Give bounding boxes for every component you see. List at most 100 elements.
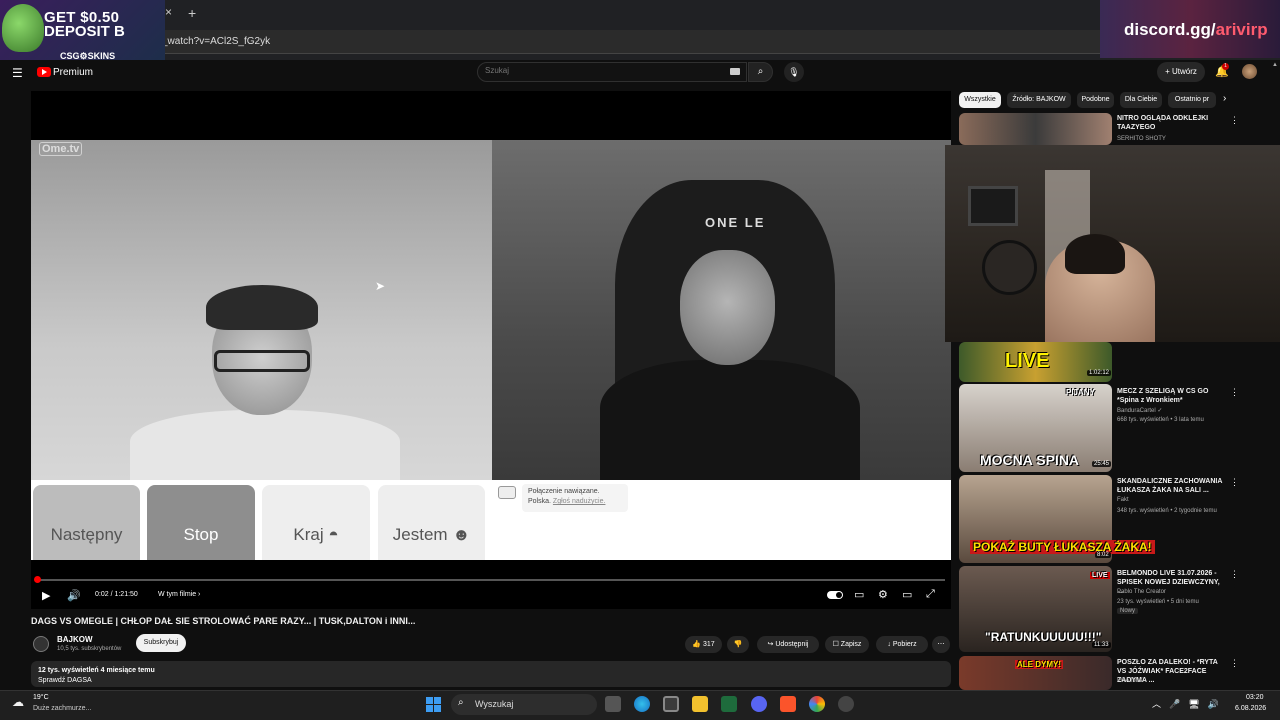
progress-bar[interactable] [37,579,945,581]
share-label: Udostępnij [775,641,809,648]
progress-scrubber[interactable] [34,576,41,583]
address-bar-url[interactable]: _watch?v=ACl2S_fG2yk [162,36,270,47]
notifications-badge: 1 [1222,63,1229,70]
rec-channel[interactable]: SERHITO SHOTY [1117,136,1166,142]
like-button[interactable]: 👍 317 [685,636,722,653]
obs-icon[interactable] [838,696,854,712]
taskbar-search[interactable] [451,694,597,715]
subtitles-icon[interactable]: ▭ [854,588,864,601]
system-tray-icons[interactable]: ︿🎤🖥🔊 [1152,697,1227,710]
rec-title[interactable]: SKANDALICZNE ZACHOWANIA ŁUKASZA ŻAKA NA … [1117,477,1227,495]
like-count: 317 [702,641,715,648]
chip-source[interactable]: Źródło: BAJKOW [1007,92,1071,108]
rec-channel[interactable]: BanduraCartel ✓ [1117,407,1162,414]
chat-connection-text: Połączenie nawiązane. [528,488,600,495]
more-actions-button[interactable]: ⋯ [932,636,950,653]
download-button[interactable]: ↓ Pobierz [876,636,928,653]
ometv-iam-button: Jestem ☻ [378,485,485,560]
weather-temperature[interactable]: 19°C [33,694,49,701]
excel-icon[interactable] [721,696,737,712]
autoplay-toggle[interactable] [827,591,843,599]
video-title: DAGS VS OMEGLE | CHŁOP DAŁ SIE STROLOWAĆ… [31,616,416,626]
youtube-logo-icon[interactable] [37,67,51,77]
settings-gear-icon[interactable]: ⚙ [878,588,888,601]
fullscreen-icon[interactable]: ⤢ [926,588,935,601]
rec-channel[interactable]: Fakt [1117,497,1129,503]
rec-more-icon[interactable]: ⋮ [1230,477,1239,488]
save-button[interactable]: ☐ Zapisz [825,636,869,653]
person-right-head [680,250,775,365]
ad-subheadline: DEPOSIT B [44,23,125,40]
weather-description[interactable]: Duże zachmurze... [33,705,91,712]
task-view-icon[interactable] [605,696,621,712]
chapter-label: W tym filmie [158,591,197,598]
mouse-cursor-icon: ➤ [375,279,386,293]
channel-subscribers: 10,5 tys. subskrybentów [57,646,122,652]
rec-title[interactable]: MECZ Z SZELIGĄ W CS GO *Spina z Wronkiem… [1117,387,1227,405]
weather-cloud-icon[interactable]: ☁ [12,695,24,709]
chevron-right-icon[interactable]: › [1223,93,1226,104]
create-button[interactable]: + Utwórz [1157,62,1205,82]
keyboard-icon[interactable] [730,68,740,75]
store-icon[interactable] [663,696,679,712]
chapter-button[interactable]: W tym filmie › [158,591,200,598]
person-left-body [130,410,400,480]
rec-more-icon[interactable]: ⋮ [1230,115,1239,126]
clock-date[interactable]: 6.08.2026 [1235,705,1266,712]
chip-for-you[interactable]: Dla Ciebie [1120,92,1162,108]
chrome-icon[interactable] [809,696,825,712]
chip-recent[interactable]: Ostatnio pr [1168,92,1216,108]
rec-channel[interactable]: PRAJMIK [1117,678,1143,684]
play-icon[interactable]: ▶ [42,589,50,602]
webcam-streamer-hair [1065,234,1125,274]
file-explorer-icon[interactable] [692,696,708,712]
chat-message: Połączenie nawiązane. Polska. Zgłoś nadu… [522,484,628,512]
edge-browser-icon[interactable] [634,696,650,712]
description-box[interactable] [31,661,951,687]
chip-related[interactable]: Podobne [1077,92,1114,108]
user-avatar[interactable] [1242,64,1257,79]
discord-icon[interactable] [751,696,767,712]
close-tab-button[interactable]: × [165,5,172,19]
brave-icon[interactable] [780,696,796,712]
webcam-fan [982,240,1037,295]
chat-logo-icon [498,486,516,499]
rec-more-icon[interactable]: ⋮ [1230,658,1239,669]
voice-search-button[interactable]: 🎙 [784,62,804,82]
thumb-caption-live: LIVE [1005,350,1050,372]
rec-meta: 23 tys. wyświetleń • 5 dni temu [1117,599,1199,605]
rec-channel[interactable]: Pablo The Creator [1117,589,1166,595]
clock-time[interactable]: 03:20 [1246,694,1264,701]
channel-name[interactable]: BAJKOW [57,635,93,644]
rec-more-icon[interactable]: ⋮ [1230,387,1239,398]
rec-more-icon[interactable]: ⋮ [1230,569,1239,580]
chip-all[interactable]: Wszystkie [959,92,1001,108]
rec-thumbnail[interactable] [959,113,1112,145]
microphone-icon: 🎙 [788,67,800,77]
subscribe-button[interactable]: Subskrybuj [136,634,186,652]
channel-avatar[interactable] [33,636,49,652]
ometv-country-button: Kraj ◓ [262,485,370,560]
youtube-premium-label[interactable]: Premium [53,67,93,78]
dislike-button[interactable]: 👎 [727,636,749,653]
address-bar[interactable] [160,30,1100,54]
start-button[interactable] [426,697,441,712]
search-input[interactable] [485,66,705,75]
download-label: Pobierz [892,641,917,648]
new-tab-button[interactable]: + [188,5,196,21]
thumb-caption-mocna: MOCNA SPINA [980,452,1080,468]
theater-mode-icon[interactable]: ▭ [902,588,912,601]
volume-icon[interactable]: 🔊 [67,589,81,602]
hamburger-menu-icon[interactable]: ☰ [12,66,23,80]
ometv-next-button: Następny [33,485,140,560]
chair-logo: ONE LE [705,215,766,230]
search-button[interactable]: ⌕ [748,62,773,82]
description-link[interactable]: Sprawdź DAGSA [38,677,92,684]
discord-prefix: discord.gg/ [1124,20,1216,39]
rec-meta: 348 tys. wyświetleń • 2 tygodnie temu [1117,508,1217,514]
share-button[interactable]: ↪ Udostępnij [757,636,819,653]
rec-title[interactable]: NITRO OGLĄDA ODKLEJKI TAAZYEGO [1117,114,1227,132]
scrollbar-up-arrow[interactable]: ▲ [1272,62,1278,70]
ometv-stop-button: Stop [147,485,255,560]
person-left-cap [206,285,318,330]
